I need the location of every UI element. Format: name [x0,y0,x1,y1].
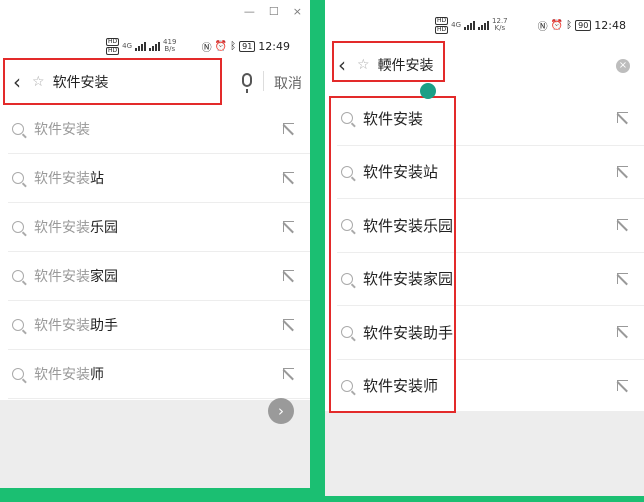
suggestion-item[interactable]: 软件安装助手 [337,306,644,360]
search-icon [341,165,353,178]
keyboard-area [325,411,644,496]
fill-arrow-icon[interactable] [283,172,294,183]
fill-arrow-icon[interactable] [617,272,628,284]
suggestion-item[interactable]: 软件安装站 [8,154,310,203]
close-icon[interactable]: × [293,5,302,18]
search-icon [341,219,353,232]
fill-arrow-icon[interactable] [283,270,294,281]
search-bar: ‹ ☆ 软件安装 取消 [0,57,310,107]
suggestion-item[interactable]: 软件安装家园 [8,252,310,301]
star-icon[interactable]: ☆ [357,57,370,73]
minimize-icon[interactable]: — [244,5,255,18]
suggestion-list: 软件安装 软件安装站 软件安装乐园 软件安装家园 软件安装助手 软件安装师 [0,105,310,399]
suggestion-item[interactable]: 软件安装乐园 [8,203,310,252]
back-icon[interactable]: ‹ [6,70,28,94]
hd-badge: HD [106,46,120,55]
divider [263,71,264,91]
fill-arrow-icon[interactable] [617,219,628,231]
status-bar: HD HD 4G 419 B/s Ⓝ ⏰ ᛒ 91 12:49 [0,37,310,55]
search-icon [12,319,24,331]
keyboard-area [0,400,310,488]
network-type: 4G [122,41,133,50]
window-controls: — ☐ × [244,4,302,18]
fill-arrow-icon[interactable] [617,326,628,338]
search-icon [12,123,24,135]
fill-arrow-icon[interactable] [283,123,294,134]
bluetooth-icon: ᛒ [230,40,237,52]
fill-arrow-icon[interactable] [283,368,294,379]
search-input[interactable]: 软件安装 [53,72,109,92]
search-icon [12,368,24,380]
search-icon [341,272,353,285]
signal-icon [478,20,490,30]
battery-icon: 90 [575,19,592,31]
signal-icon [149,41,161,51]
bluetooth-icon: ᛒ [566,19,573,31]
cursor-indicator [420,83,436,99]
search-input[interactable]: 輭件安装 [378,55,434,75]
suggestion-item[interactable]: 软件安装站 [337,146,644,199]
fill-arrow-icon[interactable] [617,112,628,124]
nfc-icon: Ⓝ [537,21,548,33]
hd-badge: HD [435,25,449,34]
search-icon [341,379,353,392]
alarm-icon: ⏰ [550,19,564,31]
status-time: 12:49 [258,39,290,53]
suggestion-item[interactable]: 软件安装家园 [337,253,644,306]
suggestion-item[interactable]: 软件安装师 [337,360,644,413]
network-speed-unit: K/s [494,24,506,32]
hd-badge: HD [435,16,449,25]
maximize-icon[interactable]: ☐ [269,5,279,18]
alarm-icon: ⏰ [214,40,228,52]
star-icon[interactable]: ☆ [32,74,45,90]
search-bar: ‹ ☆ 輭件安装 × [325,40,644,90]
search-icon [12,172,24,184]
search-icon [12,221,24,233]
left-phone-screen: — ☐ × HD HD 4G 419 B/s Ⓝ ⏰ ᛒ 91 12:49 ‹ [0,0,310,488]
cancel-button[interactable]: 取消 [274,73,302,93]
suggestion-item[interactable]: 软件安装 [8,105,310,154]
search-icon [341,112,353,125]
search-icon [12,270,24,282]
suggestion-item[interactable]: 软件安装乐园 [337,199,644,253]
suggestion-item[interactable]: 软件安装师 [8,350,310,399]
search-icon [341,326,353,339]
right-phone-screen: HD HD 4G 12.7 K/s Ⓝ ⏰ ᛒ 90 12:48 ‹ ☆ 輭件安… [325,0,644,496]
status-bar: HD HD 4G 12.7 K/s Ⓝ ⏰ ᛒ 90 12:48 [325,16,644,34]
fill-arrow-icon[interactable] [617,379,628,391]
suggestion-item[interactable]: 软件安装 [337,92,644,146]
clear-icon[interactable]: × [616,59,630,73]
fill-arrow-icon[interactable] [283,319,294,330]
signal-icon [135,41,147,51]
fill-arrow-icon[interactable] [283,221,294,232]
signal-icon [464,20,476,30]
network-type: 4G [451,20,462,29]
suggestion-list: 软件安装 软件安装站 软件安装乐园 软件安装家园 软件安装助手 软件安装师 [325,92,644,413]
network-speed-unit: B/s [164,45,176,53]
next-button[interactable]: › [268,398,294,424]
nfc-icon: Ⓝ [201,42,212,54]
back-icon[interactable]: ‹ [331,53,353,77]
suggestion-item[interactable]: 软件安装助手 [8,301,310,350]
microphone-icon[interactable] [242,73,252,93]
hd-badge: HD [106,37,120,46]
status-time: 12:48 [594,18,626,32]
battery-icon: 91 [239,40,256,52]
fill-arrow-icon[interactable] [617,165,628,177]
